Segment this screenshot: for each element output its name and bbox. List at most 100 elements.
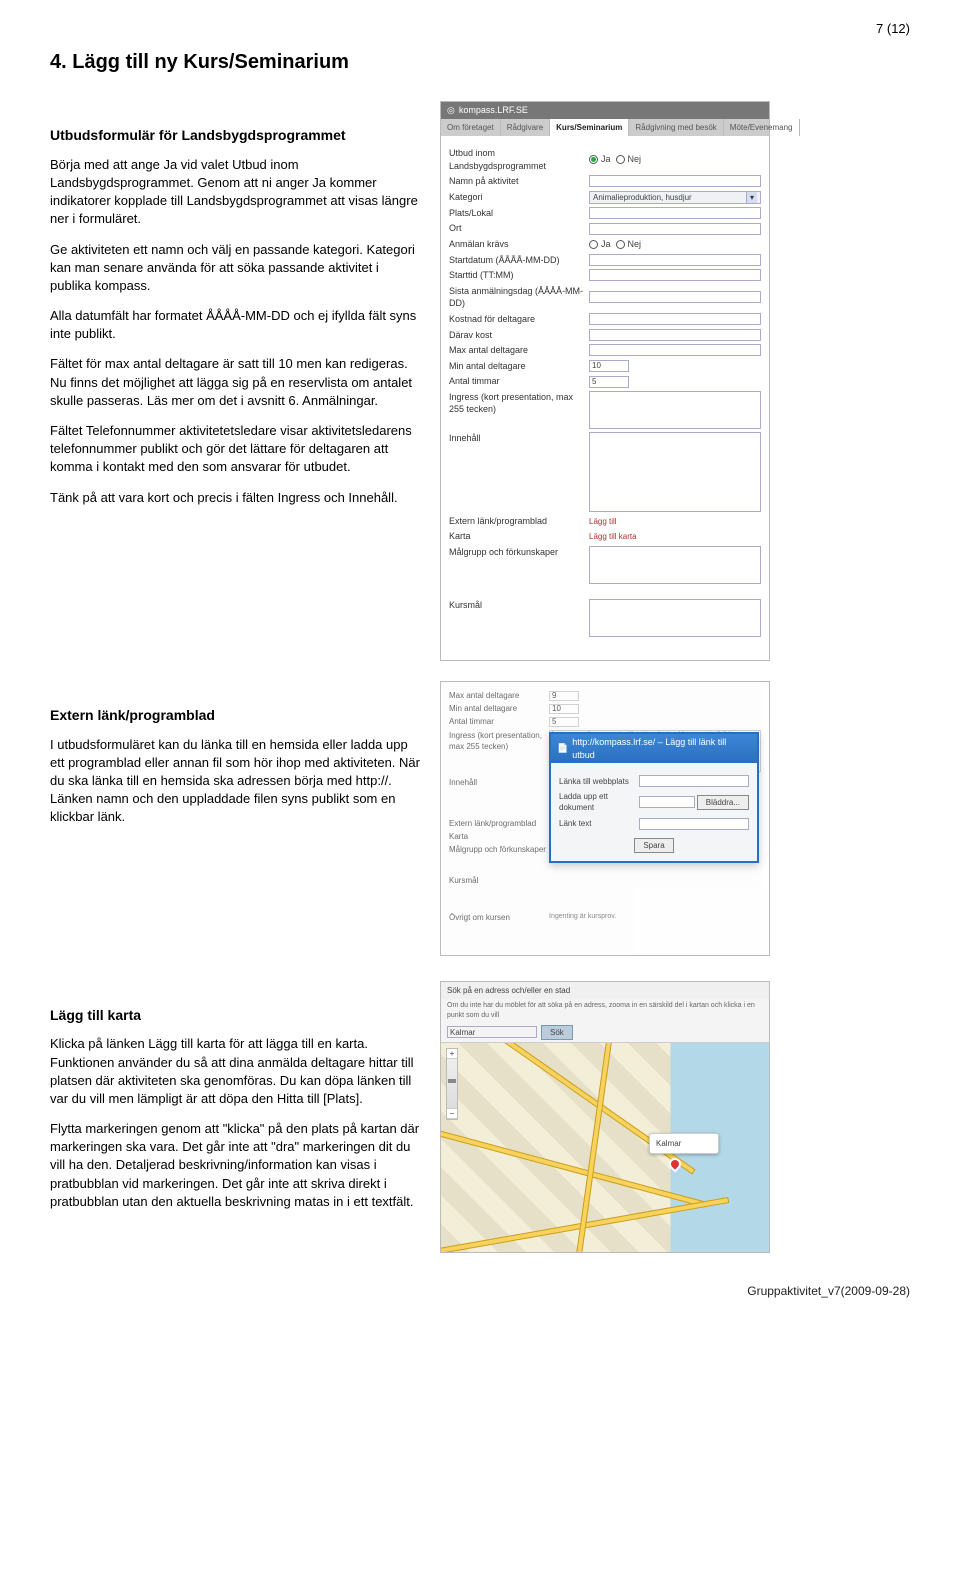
radio-nej-label: Nej (628, 153, 642, 166)
zoom-out-icon[interactable]: − (447, 1109, 457, 1119)
section1-p6: Tänk på att vara kort och precis i fälte… (50, 489, 420, 507)
radio-anm-ja-label: Ja (601, 238, 611, 251)
bg-karta: Karta (449, 831, 549, 842)
section2-title: Extern länk/programblad (50, 706, 420, 726)
lbl-anmalan: Anmälan krävs (449, 238, 589, 251)
save-button[interactable]: Spara (634, 838, 673, 853)
bg-min: Min antal deltagare (449, 703, 549, 714)
map-canvas[interactable]: + − Kalmar (441, 1042, 769, 1252)
dlg-f3-inp[interactable] (639, 818, 749, 830)
dlg-f1-inp[interactable] (639, 775, 749, 787)
site-title: kompass.LRF.SE (459, 104, 528, 117)
map-zoom-control[interactable]: + − (446, 1048, 458, 1120)
tab-2[interactable]: Kurs/Seminarium (550, 119, 629, 136)
lbl-timmar: Antal timmar (449, 375, 589, 388)
zoom-slider[interactable] (447, 1059, 457, 1109)
inp-timmar[interactable]: 5 (589, 376, 629, 388)
lbl-malgrupp: Målgrupp och förkunskaper (449, 546, 589, 559)
bg-min-inp[interactable]: 10 (549, 704, 579, 714)
inp-starttid[interactable] (589, 269, 761, 281)
lbl-kostnad: Kostnad för deltagare (449, 313, 589, 326)
tab-4[interactable]: Möte/Evenemang (724, 119, 800, 136)
map-search-button[interactable]: Sök (541, 1025, 573, 1040)
bg-innehall: Innehåll (449, 777, 549, 788)
zoom-in-icon[interactable]: + (447, 1049, 457, 1059)
dlg-f3: Länk text (559, 818, 639, 829)
lbl-kategori: Kategori (449, 191, 589, 204)
sel-kategori-value: Animalieproduktion, husdjur (593, 192, 692, 203)
tab-1[interactable]: Rådgivare (501, 119, 550, 136)
link-karta[interactable]: Lägg till karta (589, 531, 637, 542)
lbl-darav: Därav kost (449, 329, 589, 342)
tab-0[interactable]: Om företaget (441, 119, 501, 136)
radio-anm-nej-label: Nej (628, 238, 642, 251)
inp-namn[interactable] (589, 175, 761, 187)
radio-ja-label: Ja (601, 153, 611, 166)
radio-nej[interactable] (616, 155, 625, 164)
map-sub: Om du inte har du möblet för att söka på… (441, 999, 769, 1023)
ta-ingress[interactable] (589, 391, 761, 429)
section1-p5: Fältet Telefonnummer aktivitetetsledare … (50, 422, 420, 477)
link-extern[interactable]: Lägg till (589, 516, 617, 527)
page-number: 7 (12) (50, 20, 910, 38)
road-decor (446, 1042, 695, 1174)
lbl-sista: Sista anmälningsdag (ÅÅÅÅ-MM-DD) (449, 285, 589, 310)
section3-title: Lägg till karta (50, 1006, 420, 1026)
lbl-extern: Extern länk/programblad (449, 515, 589, 528)
radio-anm-nej[interactable] (616, 240, 625, 249)
section3-p2: Flytta markeringen genom att "klicka" på… (50, 1120, 420, 1211)
radio-ja[interactable] (589, 155, 598, 164)
lbl-innehall: Innehåll (449, 432, 589, 445)
dialog-title-bar: 📄 http://kompass.lrf.se/ – Lägg till län… (551, 734, 757, 763)
site-header: ◎ kompass.LRF.SE (441, 102, 769, 119)
lbl-min: Min antal deltagare (449, 360, 589, 373)
lbl-utbud: Utbud inom Landsbygdsprogrammet (449, 147, 589, 172)
inp-sista[interactable] (589, 291, 761, 303)
globe-icon: ◎ (447, 104, 455, 117)
section1-p4: Fältet för max antal deltagare är satt t… (50, 355, 420, 410)
ta-kursmal[interactable] (589, 599, 761, 637)
map-head: Sök på en adress och/eller en stad (441, 982, 769, 999)
bg-kursmal: Kursmål (449, 875, 549, 886)
inp-plats[interactable] (589, 207, 761, 219)
lbl-ingress: Ingress (kort presentation, max 255 teck… (449, 391, 589, 416)
lbl-max: Max antal deltagare (449, 344, 589, 357)
section1-title: Utbudsformulär för Landsbygdsprogrammet (50, 126, 420, 146)
bg-timmar-inp[interactable]: 5 (549, 717, 579, 727)
section1-p1: Börja med att ange Ja vid valet Utbud in… (50, 156, 420, 229)
lbl-kursmal: Kursmål (449, 599, 589, 612)
lbl-karta: Karta (449, 530, 589, 543)
bg-malgrupp: Målgrupp och förkunskaper (449, 844, 549, 855)
bg-max-inp[interactable]: 9 (549, 691, 579, 701)
inp-darav[interactable] (589, 329, 761, 341)
lbl-start: Startdatum (ÅÅÅÅ-MM-DD) (449, 254, 589, 267)
sel-kategori[interactable]: Animalieproduktion, husdjur (589, 191, 761, 204)
tab-bar: Om företaget Rådgivare Kurs/Seminarium R… (441, 119, 769, 136)
section2-p1: I utbudsformuläret kan du länka till en … (50, 736, 420, 827)
dlg-f2: Ladda upp ett dokument (559, 791, 639, 813)
map-screenshot: Sök på en adress och/eller en stad Om du… (440, 981, 770, 1253)
map-info-bubble: Kalmar (649, 1133, 719, 1154)
upload-dialog: 📄 http://kompass.lrf.se/ – Lägg till län… (549, 732, 759, 863)
section1-p3: Alla datumfält har formatet ÅÅÅÅ-MM-DD o… (50, 307, 420, 343)
radio-anm-ja[interactable] (589, 240, 598, 249)
bg-ingress: Ingress (kort presentation, max 255 teck… (449, 730, 549, 752)
dialog-screenshot: Max antal deltagare9 Min antal deltagare… (440, 681, 770, 956)
browse-button[interactable]: Bläddra... (697, 795, 749, 810)
map-search-input[interactable]: Kalmar (447, 1026, 537, 1038)
inp-ort[interactable] (589, 223, 761, 235)
inp-min[interactable]: 10 (589, 360, 629, 372)
dlg-f1: Länka till webbplats (559, 776, 639, 787)
inp-kostnad[interactable] (589, 313, 761, 325)
page-footer: Gruppaktivitet_v7(2009-09-28) (50, 1283, 910, 1300)
dlg-f2-inp[interactable] (639, 796, 695, 808)
inp-max[interactable] (589, 344, 761, 356)
section1-p2: Ge aktiviteten ett namn och välj en pass… (50, 241, 420, 296)
tab-3[interactable]: Rådgivning med besök (629, 119, 723, 136)
lbl-starttid: Starttid (TT:MM) (449, 269, 589, 282)
page-heading: 4. Lägg till ny Kurs/Seminarium (50, 48, 910, 76)
ta-malgrupp[interactable] (589, 546, 761, 584)
bg-extern: Extern länk/programblad (449, 818, 549, 829)
ta-innehall[interactable] (589, 432, 761, 512)
inp-start[interactable] (589, 254, 761, 266)
